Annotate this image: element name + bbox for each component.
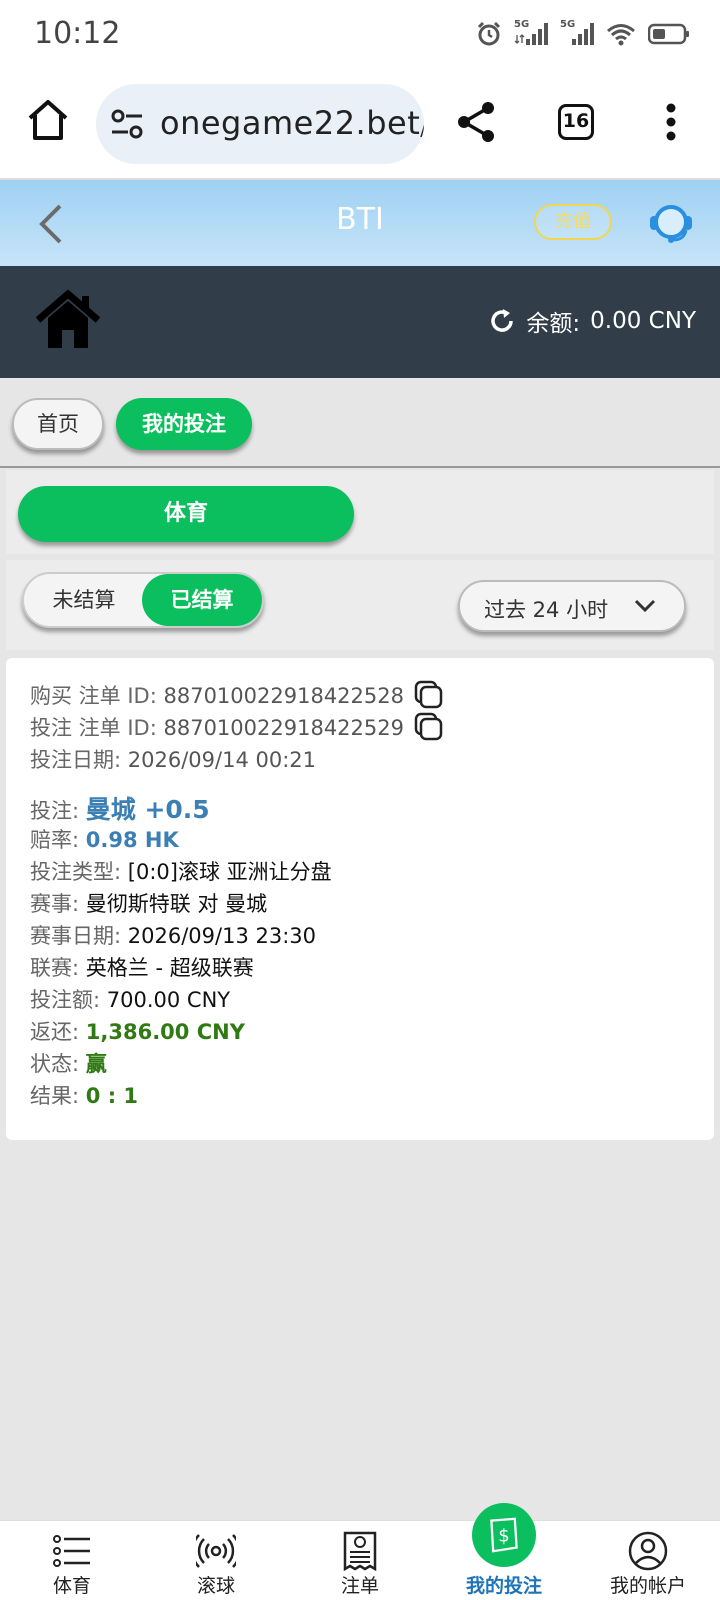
status-label: 状态: — [30, 1052, 80, 1076]
signal-1-icon: 5G — [514, 19, 548, 47]
balance-display: 余额: 0.00 CNY — [488, 304, 696, 338]
nav-item-betslip[interactable]: 注单 — [288, 1521, 432, 1600]
nav-item-my-bets[interactable]: $ 我的投注 — [432, 1503, 576, 1600]
balance-value: 0.00 CNY — [590, 308, 696, 334]
buy-id-label: 购买 注单 ID: — [30, 684, 157, 708]
browser-toolbar: onegame22.bet/g 16 — [0, 68, 720, 180]
nav-item-sports[interactable]: 体育 — [0, 1521, 144, 1600]
nav-label: 滚球 — [196, 1575, 235, 1597]
event-value: 曼彻斯特联 对 曼城 — [85, 892, 268, 916]
filter-panel: 未结算 已结算 过去 24 小时 — [6, 560, 714, 650]
nav-label: 我的帐户 — [609, 1575, 686, 1597]
bet-date-label: 投注日期: — [30, 748, 122, 772]
live-icon — [196, 1534, 236, 1568]
event-label: 赛事: — [30, 892, 80, 916]
active-nav-bubble: $ — [472, 1503, 536, 1567]
page-title: BTI — [336, 202, 384, 237]
buy-id-value: 887010022918422528 — [163, 684, 404, 708]
list-icon — [53, 1535, 90, 1567]
odds-label: 赔率: — [30, 828, 80, 852]
bet-id-value: 887010022918422529 — [163, 716, 404, 740]
league-label: 联赛: — [30, 956, 80, 980]
dollar-receipt-icon: $ — [490, 1517, 518, 1553]
event-date-value: 2026/09/13 23:30 — [127, 924, 316, 948]
bet-type-label: 投注类型: — [30, 860, 122, 884]
league-value: 英格兰 - 超级联赛 — [85, 956, 254, 980]
event-date-label: 赛事日期: — [30, 924, 122, 948]
bottom-nav: 体育 滚球 注单 $ 我的投注 我的帐户 — [0, 1503, 720, 1600]
return-label: 返还: — [30, 1020, 80, 1044]
bet-type-value: [0:0]滚球 亚洲让分盘 — [127, 860, 332, 884]
result-row: 结果: 0 : 1 — [30, 1080, 138, 1110]
sport-filter-button[interactable]: 体育 — [18, 486, 354, 542]
event-date-row: 赛事日期: 2026/09/13 23:30 — [30, 920, 316, 950]
odds-value: 0.98 HK — [85, 828, 179, 852]
nav-label: 体育 — [52, 1575, 91, 1597]
app-header: BTI 充值 — [0, 180, 720, 266]
wifi-icon — [607, 24, 635, 46]
status-bar: 10:12 5G 5G — [0, 0, 720, 68]
tab-switcher-button[interactable]: 16 — [558, 104, 594, 140]
home-tab[interactable]: 首页 — [12, 398, 104, 450]
event-row: 赛事: 曼彻斯特联 对 曼城 — [30, 888, 267, 918]
selection-row: 投注: 曼城 +0.5 — [30, 790, 210, 826]
svg-text:$: $ — [498, 1525, 509, 1546]
url-text: onegame22.bet/g — [160, 104, 424, 142]
balance-label: 余额: — [526, 311, 581, 337]
settlement-toggle: 未结算 已结算 — [22, 572, 264, 628]
stake-label: 投注额: — [30, 988, 101, 1012]
bet-id-row: 投注 注单 ID: 887010022918422529 — [30, 712, 404, 742]
status-value: 赢 — [85, 1052, 107, 1076]
copy-icon[interactable] — [414, 680, 444, 710]
stake-row: 投注额: 700.00 CNY — [30, 984, 230, 1014]
signal-2-icon: 5G — [560, 19, 594, 47]
result-value: 0 : 1 — [85, 1084, 139, 1108]
betslip-icon — [343, 1531, 377, 1571]
sport-panel: 体育 — [6, 470, 714, 554]
nav-label: 注单 — [340, 1575, 379, 1597]
stake-value: 700.00 CNY — [106, 988, 231, 1012]
account-icon — [628, 1531, 668, 1571]
bet-id-label: 投注 注单 ID: — [30, 716, 157, 740]
copy-icon[interactable] — [414, 712, 444, 742]
settled-tab[interactable]: 已结算 — [142, 574, 262, 626]
my-bets-tab[interactable]: 我的投注 — [116, 398, 252, 450]
nav-item-account[interactable]: 我的帐户 — [576, 1521, 720, 1600]
site-settings-icon[interactable] — [110, 108, 144, 140]
bet-type-row: 投注类型: [0:0]滚球 亚洲让分盘 — [30, 856, 332, 886]
league-row: 联赛: 英格兰 - 超级联赛 — [30, 952, 254, 982]
status-row: 状态: 赢 — [30, 1048, 107, 1078]
address-bar[interactable]: onegame22.bet/g — [96, 84, 424, 164]
balance-bar: 余额: 0.00 CNY — [0, 266, 720, 378]
refresh-icon[interactable] — [488, 307, 516, 335]
nav-item-live[interactable]: 滚球 — [144, 1521, 288, 1600]
recharge-button[interactable]: 充值 — [534, 204, 612, 240]
selection-value: 曼城 +0.5 — [85, 795, 210, 824]
time-range-label: 过去 24 小时 — [484, 598, 609, 622]
chevron-down-icon — [634, 599, 656, 613]
nav-label: 我的投注 — [465, 1575, 542, 1597]
bet-date-value: 2026/09/14 00:21 — [127, 748, 316, 772]
customer-service-icon[interactable] — [646, 198, 696, 248]
share-icon[interactable] — [454, 100, 498, 144]
alarm-icon — [477, 21, 501, 46]
result-label: 结果: — [30, 1084, 80, 1108]
return-row: 返还: 1,386.00 CNY — [30, 1016, 245, 1046]
return-value: 1,386.00 CNY — [85, 1020, 245, 1044]
status-time: 10:12 — [34, 16, 121, 51]
more-vert-icon[interactable] — [664, 102, 678, 142]
home-icon[interactable] — [36, 290, 100, 350]
time-range-select[interactable]: 过去 24 小时 — [458, 580, 686, 632]
bet-date-row: 投注日期: 2026/09/14 00:21 — [30, 744, 316, 774]
selection-label: 投注: — [30, 799, 80, 823]
battery-icon — [648, 23, 689, 45]
bet-card: 购买 注单 ID: 887010022918422528 投注 注单 ID: 8… — [6, 658, 714, 1140]
unsettled-tab[interactable]: 未结算 — [24, 574, 144, 626]
home-icon[interactable] — [26, 98, 70, 142]
page-nav: 首页 我的投注 — [0, 378, 720, 468]
odds-row: 赔率: 0.98 HK — [30, 824, 179, 854]
buy-id-row: 购买 注单 ID: 887010022918422528 — [30, 680, 404, 710]
status-icons: 5G 5G — [476, 18, 690, 50]
